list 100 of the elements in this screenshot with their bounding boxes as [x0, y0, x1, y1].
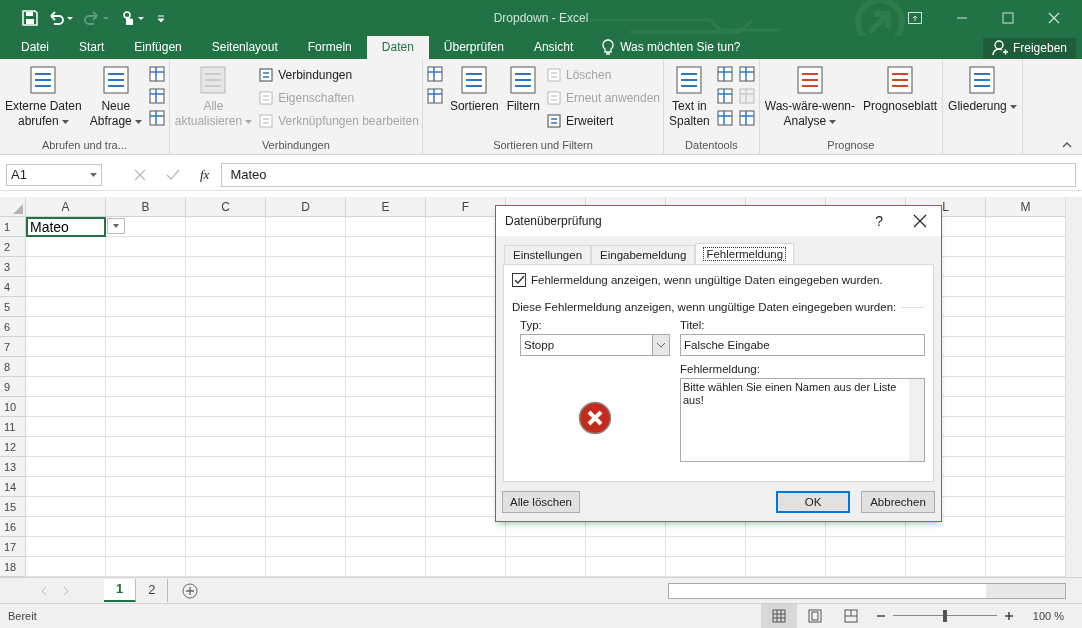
- zoom-out-icon[interactable]: [876, 612, 885, 620]
- column-header[interactable]: E: [346, 197, 426, 218]
- caret-icon: [90, 172, 97, 177]
- ribbon-display-icon[interactable]: [908, 11, 922, 24]
- dialog-tab[interactable]: Fehlermeldung: [695, 243, 795, 264]
- column-header[interactable]: F: [426, 197, 506, 218]
- dialog-tab[interactable]: Einstellungen: [504, 245, 592, 264]
- row-header[interactable]: 6: [0, 317, 26, 338]
- normal-view-button[interactable]: [760, 604, 797, 628]
- field-label: Fehlermeldung:: [680, 363, 761, 377]
- ribbon-tab[interactable]: Daten: [366, 35, 429, 60]
- ribbon-button[interactable]: Neue Abfrage: [87, 62, 144, 139]
- row-header[interactable]: 10: [0, 397, 26, 418]
- add-sheet-icon[interactable]: [182, 582, 199, 599]
- insert-function-button[interactable]: fx: [200, 166, 210, 183]
- row-header[interactable]: 9: [0, 377, 26, 398]
- row-header[interactable]: 13: [0, 457, 26, 478]
- status-text: Bereit: [8, 610, 37, 622]
- column-header[interactable]: M: [986, 197, 1065, 218]
- zoom-level[interactable]: 100 %: [1032, 610, 1064, 622]
- checkbox-label[interactable]: Fehlermeldung anzeigen, wenn ungültige Daten eingegeben wurden.: [531, 274, 883, 286]
- column-header[interactable]: C: [186, 197, 266, 218]
- row-header[interactable]: 17: [0, 537, 26, 558]
- ribbon-button[interactable]: Erweitert: [545, 111, 661, 131]
- cancel-icon: [134, 168, 146, 181]
- close-icon[interactable]: [913, 214, 927, 228]
- row-header[interactable]: 1: [0, 217, 26, 238]
- horizontal-scrollbar[interactable]: [668, 582, 1066, 599]
- dialog-title: Datenüberprüfung: [505, 214, 603, 228]
- ribbon-tab[interactable]: Überprüfen: [428, 35, 519, 60]
- person-add-icon: [991, 40, 1008, 57]
- zoom-in-icon[interactable]: [1004, 612, 1013, 620]
- column-header[interactable]: A: [26, 197, 106, 218]
- share-button[interactable]: Freigeben: [982, 37, 1076, 60]
- maximize-icon[interactable]: [1002, 11, 1014, 24]
- ribbon-tab[interactable]: Seitenlayout: [196, 35, 293, 60]
- page-icon: [807, 609, 822, 623]
- ribbon-tab[interactable]: Formeln: [292, 35, 367, 60]
- row-header[interactable]: 7: [0, 337, 26, 358]
- ribbon-tab[interactable]: Datei: [6, 35, 64, 60]
- collapse-ribbon-icon[interactable]: [1062, 141, 1072, 148]
- triangle-icon: [13, 204, 23, 215]
- row-header[interactable]: 15: [0, 497, 26, 518]
- row-header[interactable]: 11: [0, 417, 26, 438]
- ribbon-button[interactable]: Text in Spalten: [667, 62, 712, 139]
- active-cell[interactable]: Mateo: [26, 217, 106, 238]
- name-box[interactable]: A1: [6, 163, 102, 186]
- dialog-tab[interactable]: Eingabemeldung: [591, 245, 696, 264]
- row-header[interactable]: 8: [0, 357, 26, 378]
- dialog-button[interactable]: Alle löschen: [502, 491, 580, 513]
- ribbon-button[interactable]: Filtern: [504, 62, 542, 139]
- check-icon: [166, 168, 180, 181]
- tell-me-field[interactable]: Was möchten Sie tun?: [620, 40, 771, 55]
- column-header[interactable]: B: [106, 197, 186, 218]
- ribbon-button[interactable]: Sortieren: [447, 62, 501, 139]
- ribbon-tab[interactable]: Start: [64, 35, 120, 60]
- redo-icon: [84, 9, 110, 26]
- row-header[interactable]: 14: [0, 477, 26, 498]
- row-header[interactable]: 12: [0, 437, 26, 458]
- checkbox[interactable]: [512, 273, 526, 287]
- help-button[interactable]: ?: [875, 213, 883, 229]
- group-label: Sortieren und Filtern: [492, 138, 594, 153]
- sheet-tab[interactable]: 1: [104, 579, 137, 603]
- row-header[interactable]: 5: [0, 297, 26, 318]
- group-label: Datentools: [684, 138, 739, 153]
- group-label: Abrufen und tra...: [40, 138, 128, 153]
- row-header[interactable]: 16: [0, 517, 26, 538]
- chevron-down-icon: [656, 342, 666, 348]
- ribbon-tab[interactable]: Ansicht: [518, 35, 589, 60]
- formula-field[interactable]: Mateo: [221, 162, 1076, 187]
- touch-icon[interactable]: [120, 9, 146, 26]
- title-field[interactable]: Falsche Eingabe: [680, 334, 925, 356]
- vertical-scrollbar[interactable]: [1065, 197, 1082, 578]
- error-icon: [578, 401, 612, 435]
- save-icon[interactable]: [22, 9, 38, 26]
- row-header[interactable]: 18: [0, 557, 26, 578]
- ribbon-button[interactable]: Externe Daten abrufen: [3, 62, 84, 139]
- row-header[interactable]: 3: [0, 257, 26, 278]
- dropdown-button[interactable]: [107, 218, 125, 235]
- dialog-button[interactable]: Abbrechen: [861, 491, 935, 513]
- window-title: Dropdown - Excel: [493, 10, 589, 25]
- ribbon-tab[interactable]: Einfügen: [119, 35, 197, 60]
- ribbon-button[interactable]: Verbindungen: [258, 65, 419, 85]
- ribbon-button[interactable]: Was-wäre-wenn- Analyse: [762, 62, 857, 139]
- type-dropdown[interactable]: Stopp: [520, 334, 670, 356]
- grid-icon: [771, 609, 786, 623]
- table-icon[interactable]: [147, 65, 166, 84]
- column-header[interactable]: D: [266, 197, 346, 218]
- row-header[interactable]: 2: [0, 237, 26, 258]
- zoom-thumb[interactable]: [942, 610, 947, 622]
- ribbon-button[interactable]: Gliederung: [946, 62, 1019, 154]
- dialog-button[interactable]: OK: [776, 491, 850, 513]
- sheet-tab[interactable]: 2: [136, 579, 169, 603]
- page-break-icon: [843, 609, 858, 623]
- group-label: Prognose: [826, 138, 876, 153]
- grid-icon[interactable]: [147, 87, 166, 106]
- ribbon-button[interactable]: Prognoseblatt: [861, 62, 940, 139]
- lightbulb-icon: [602, 39, 615, 56]
- row-header[interactable]: 4: [0, 277, 26, 298]
- undo-icon[interactable]: [48, 9, 74, 26]
